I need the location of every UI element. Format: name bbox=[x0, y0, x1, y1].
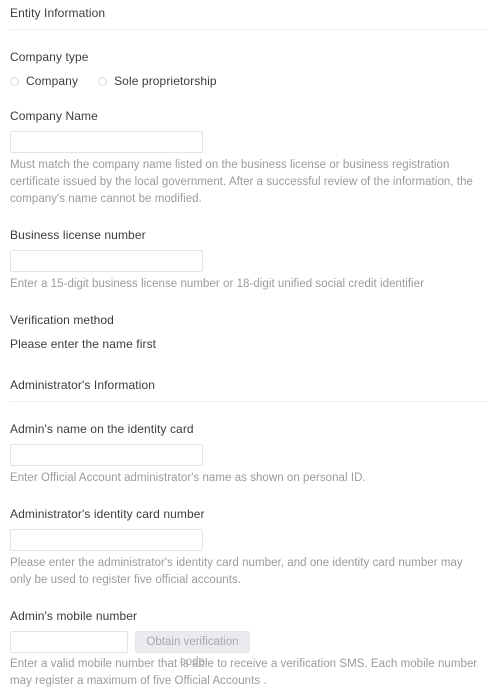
admin-mobile-number-hint: Enter a valid mobile number that is able… bbox=[10, 658, 478, 687]
radio-option-sole-proprietorship[interactable]: Sole proprietorship bbox=[98, 74, 217, 89]
section-title-entity-information: Entity Information bbox=[10, 6, 106, 20]
business-license-number-hint: Enter a 15-digit business license number… bbox=[10, 278, 424, 290]
identity-card-number-input[interactable] bbox=[10, 529, 203, 551]
business-license-number-input[interactable] bbox=[10, 250, 203, 272]
field-identity-card-number: Administrator's identity card number Ple… bbox=[10, 507, 488, 589]
field-company-name: Company Name Must match the company name… bbox=[10, 109, 488, 208]
verification-method-label: Verification method bbox=[10, 313, 114, 327]
field-admin-mobile-number: Admin's mobile number Obtain verificatio… bbox=[10, 609, 488, 690]
field-admin-name: Admin's name on the identity card Enter … bbox=[10, 422, 488, 487]
admin-name-input[interactable] bbox=[10, 444, 203, 466]
company-name-hint: Must match the company name listed on th… bbox=[10, 159, 473, 205]
admin-mobile-number-row: Obtain verification code bbox=[10, 631, 488, 668]
identity-card-number-label: Administrator's identity card number bbox=[10, 507, 205, 521]
admin-mobile-number-label: Admin's mobile number bbox=[10, 609, 138, 623]
verification-method-message: Please enter the name first bbox=[10, 337, 157, 351]
section-divider-administrator bbox=[10, 401, 487, 402]
radio-icon-sole-proprietorship[interactable] bbox=[98, 77, 108, 86]
field-verification-method: Verification method Please enter the nam… bbox=[10, 313, 488, 352]
company-type-label: Company type bbox=[10, 50, 89, 64]
admin-mobile-number-input[interactable] bbox=[10, 631, 128, 653]
radio-option-company[interactable]: Company bbox=[10, 74, 78, 89]
field-company-type: Company type Company Sole proprietorship bbox=[10, 50, 488, 89]
section-title-administrator-information: Administrator's Information bbox=[10, 378, 156, 392]
admin-name-hint: Enter Official Account administrator's n… bbox=[10, 472, 366, 484]
entity-registration-form: Entity Information Company type Company … bbox=[0, 0, 500, 690]
radio-icon-company[interactable] bbox=[10, 77, 19, 86]
section-divider-entity bbox=[10, 29, 487, 30]
obtain-verification-code-button[interactable]: Obtain verification code bbox=[135, 631, 250, 668]
company-type-radio-group: Company Sole proprietorship bbox=[10, 74, 488, 89]
section-administrator-information: Administrator's Information bbox=[10, 372, 488, 402]
company-name-label: Company Name bbox=[10, 109, 98, 123]
business-license-number-label: Business license number bbox=[10, 228, 146, 242]
identity-card-number-hint: Please enter the administrator's identit… bbox=[10, 557, 463, 586]
admin-name-label: Admin's name on the identity card bbox=[10, 422, 194, 436]
company-name-input[interactable] bbox=[10, 131, 203, 153]
radio-label-sole-proprietorship: Sole proprietorship bbox=[114, 74, 217, 88]
field-business-license-number: Business license number Enter a 15-digit… bbox=[10, 228, 488, 293]
radio-label-company: Company bbox=[26, 74, 79, 88]
